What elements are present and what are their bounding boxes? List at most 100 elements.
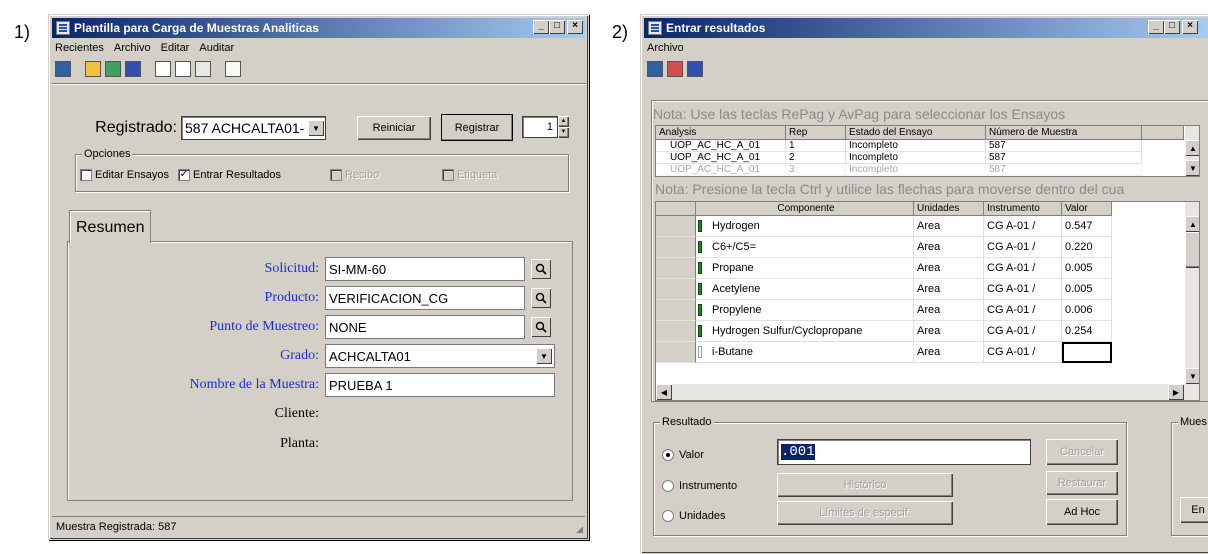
punto-muestreo-field[interactable]: NONE (325, 315, 525, 339)
registrar-button[interactable]: Registrar (441, 114, 513, 141)
table-row[interactable]: UOP_AC_HC_A_01 2 Incompleto 587 (656, 152, 1142, 164)
ensayos-scrollbar[interactable]: ▲ ▼ (1185, 126, 1199, 176)
maximize-button[interactable]: □ (549, 20, 565, 34)
table-row[interactable]: Acetylene Area CG A-01 /0.005 (656, 279, 1112, 300)
image-icon[interactable] (105, 61, 121, 77)
scroll-right-icon[interactable]: ▶ (1168, 384, 1184, 400)
scroll-left-icon[interactable]: ◀ (656, 384, 672, 400)
spinner-arrows[interactable]: ▲ ▼ (558, 116, 569, 138)
copy-icon[interactable] (175, 61, 191, 77)
scroll-up-icon[interactable]: ▲ (1185, 216, 1199, 232)
resize-grip-icon[interactable]: ◢ (576, 524, 583, 535)
chevron-down-icon[interactable]: ▼ (308, 120, 324, 136)
col-estado[interactable]: Estado del Ensayo (846, 126, 986, 140)
componentes-scrollbar[interactable]: ▲ ▼ (1185, 202, 1199, 384)
table-row[interactable]: Propane Area CG A-01 /0.005 (656, 258, 1112, 279)
search-icon[interactable] (531, 288, 551, 308)
minimize-button[interactable]: _ (533, 20, 549, 34)
chevron-down-icon[interactable]: ▼ (536, 348, 552, 364)
cell-rep: 2 (786, 152, 846, 164)
minimize-button[interactable]: _ (1148, 20, 1164, 34)
save-icon[interactable] (125, 61, 141, 77)
window2-titlebar[interactable]: Entrar resultados _ □ × (644, 18, 1208, 38)
cell-unidades: Area (914, 258, 984, 279)
radio-valor[interactable]: Valor (662, 449, 704, 461)
cell-analysis: UOP_AC_HC_A_01 (656, 140, 786, 152)
cell-valor-editing[interactable] (1062, 342, 1112, 363)
horizontal-scrollbar[interactable]: ◀ ▶ (656, 384, 1199, 400)
col-unidades[interactable]: Unidades (914, 202, 984, 216)
maximize-button[interactable]: □ (1164, 20, 1180, 34)
etiqueta-label: Etiqueta (457, 169, 498, 181)
window1-titlebar[interactable]: Plantilla para Carga de Muestras Analiti… (52, 18, 585, 38)
grado-combo[interactable]: ACHCALTA01 (325, 344, 555, 368)
componentes-grid[interactable]: Componente Unidades Instrumento Valor Hy… (655, 201, 1200, 401)
col-valor[interactable]: Valor (1062, 202, 1112, 216)
scroll-up-icon[interactable]: ▲ (1185, 140, 1199, 156)
table-row[interactable]: Propylene Area CG A-01 /0.006 (656, 300, 1112, 321)
tab-resumen[interactable]: Resumen (69, 210, 151, 243)
close-button[interactable]: × (567, 20, 583, 34)
table-row[interactable]: C6+/C5= Area CG A-01 /0.220 (656, 237, 1112, 258)
radio-unidades[interactable]: Unidades (662, 510, 725, 522)
etiqueta-checkbox[interactable]: Etiqueta (442, 169, 497, 181)
nombre-muestra-field[interactable]: PRUEBA 1 (325, 373, 555, 397)
scroll-down-icon[interactable]: ▼ (1185, 160, 1199, 176)
table-row[interactable]: Hydrogen Sulfur/Cyclopropane Area CG A-01 … (656, 321, 1112, 342)
search-icon[interactable] (531, 259, 551, 279)
col-rep[interactable]: Rep (786, 126, 846, 140)
editar-ensayos-checkbox[interactable]: Editar Ensayos (80, 169, 169, 181)
table-row[interactable]: i-Butane Area CG A-01 / (656, 342, 1112, 363)
partial-button[interactable]: En (1180, 497, 1208, 523)
cut-icon[interactable] (155, 61, 171, 77)
form-icon[interactable] (85, 61, 101, 77)
recibo-checkbox[interactable]: Recibo (330, 169, 379, 181)
solicitud-field[interactable]: SI-MM-60 (325, 257, 525, 281)
close-button[interactable]: × (1182, 20, 1198, 34)
col-componente[interactable]: Componente (696, 202, 914, 216)
checklist-icon[interactable] (225, 61, 241, 77)
menu-archivo[interactable]: Archivo (647, 42, 684, 54)
spin-down-icon[interactable]: ▼ (558, 127, 569, 138)
refresh-icon[interactable] (667, 61, 683, 77)
note-ensayos: Nota: Use las teclas RePag y AvPag para … (653, 106, 1066, 122)
reiniciar-button[interactable]: Reiniciar (357, 116, 431, 140)
paste-icon[interactable] (195, 61, 211, 77)
menu-editar[interactable]: Editar (161, 42, 190, 54)
historico-button[interactable]: Histórico (777, 473, 953, 497)
table-row[interactable]: UOP_AC_HC_A_01 1 Incompleto 587 (656, 140, 1142, 152)
menu-recientes[interactable]: Recientes (55, 42, 104, 54)
spin-up-icon[interactable]: ▲ (558, 116, 569, 127)
value-input[interactable]: .001 (777, 439, 1031, 465)
producto-value: VERIFICACION_CG (329, 290, 449, 306)
search-icon[interactable] (531, 317, 551, 337)
exit-icon[interactable] (647, 61, 663, 77)
col-instrumento[interactable]: Instrumento (984, 202, 1062, 216)
exit-icon[interactable] (55, 61, 71, 77)
menu-archivo[interactable]: Archivo (114, 42, 151, 54)
solicitud-label: Solicitud: (264, 261, 319, 276)
limites-button[interactable]: Límites de especif. (777, 501, 953, 525)
restaurar-button[interactable]: Restaurar (1046, 471, 1118, 495)
checkbox-box (330, 169, 342, 181)
producto-field[interactable]: VERIFICACION_CG (325, 286, 525, 310)
adhoc-button[interactable]: Ad Hoc (1046, 499, 1118, 525)
editar-ensayos-label: Editar Ensayos (95, 169, 169, 181)
menu-auditar[interactable]: Auditar (199, 42, 234, 54)
radio-instrumento[interactable]: Instrumento (662, 480, 737, 492)
ensayos-grid-header: Analysis Rep Estado del Ensayo Número de… (656, 126, 1184, 140)
table-row[interactable]: Hydrogen Area CG A-01 /0.547 (656, 216, 1112, 237)
scroll-down-icon[interactable]: ▼ (1185, 368, 1199, 384)
scroll-thumb[interactable] (1185, 232, 1199, 268)
cancelar-button[interactable]: Cancelar (1046, 439, 1118, 465)
col-analysis[interactable]: Analysis (656, 126, 786, 140)
entrar-resultados-checkbox[interactable]: ✓ Entrar Resultados (178, 169, 281, 181)
cell-unidades: Area (914, 342, 984, 363)
registrado-combo[interactable]: 587 ACHCALTA01- (181, 116, 326, 140)
status-indicator-icon (698, 325, 702, 337)
ensayos-grid[interactable]: Analysis Rep Estado del Ensayo Número de… (655, 125, 1200, 177)
copies-spinner[interactable]: 1 (522, 116, 558, 138)
table-row[interactable]: UOP_AC_HC_A_01 3 Incompleto 587 (656, 164, 1142, 176)
save-icon[interactable] (687, 61, 703, 77)
col-numero-muestra[interactable]: Número de Muestra (986, 126, 1142, 140)
